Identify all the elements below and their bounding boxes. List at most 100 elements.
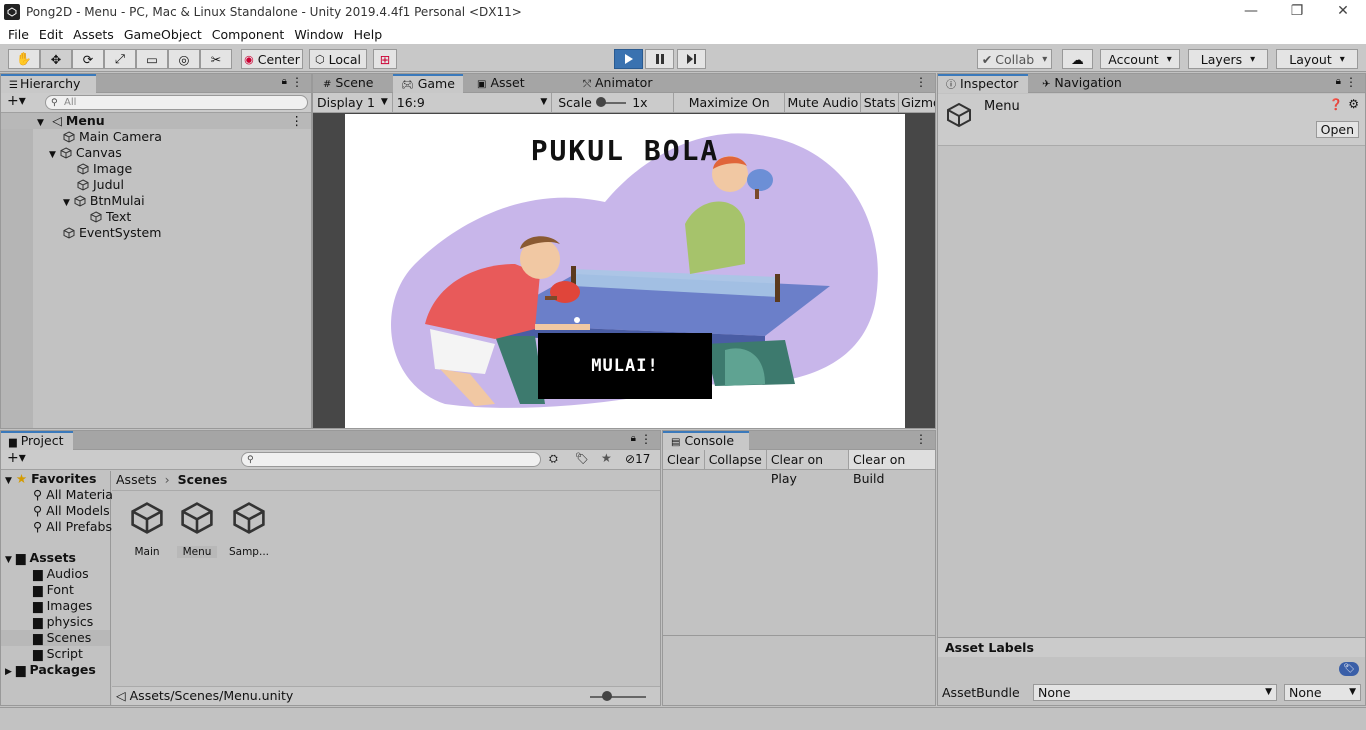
search-by-label-icon[interactable]: 🏷︎ (575, 452, 589, 465)
menu-window[interactable]: Window (294, 27, 343, 42)
hierarchy-item-image[interactable]: Image (1, 161, 311, 177)
label-tag-icon[interactable]: 🏷︎ (1339, 662, 1359, 676)
more-options-icon[interactable]: ⋮ (915, 432, 927, 446)
tab-game[interactable]: 🎮︎ Game (393, 74, 463, 93)
transform-tool-icon[interactable]: ◎ (168, 49, 200, 69)
snap-icon[interactable]: ⊞ (373, 49, 397, 69)
hierarchy-scene-row[interactable]: ▼ ◁ Menu ⋮ (1, 113, 311, 129)
move-tool-icon[interactable]: ✥ (40, 49, 72, 69)
aspect-dropdown[interactable]: 16:9 ▼ (393, 93, 553, 112)
start-button[interactable]: MULAI! (538, 333, 712, 399)
scale-tool-icon[interactable]: ⤢ (104, 49, 136, 69)
asset-item-menu[interactable]: Menu (177, 501, 217, 558)
favorite-all-models[interactable]: ⚲ All Models (1, 503, 110, 519)
more-options-icon[interactable]: ⋮ (915, 75, 927, 89)
asset-item-sample[interactable]: Samp... (227, 501, 271, 558)
folder-physics[interactable]: ▆ physics (1, 614, 110, 630)
pivot-local-toggle[interactable]: ⬡ Local (309, 49, 367, 69)
gizmos-toggle[interactable]: Gizmo (899, 93, 935, 112)
menu-gameobject[interactable]: GameObject (124, 27, 202, 42)
maximize-on-play-toggle[interactable]: Maximize On Play (674, 93, 786, 129)
close-icon[interactable]: ✕ (1320, 0, 1366, 24)
folder-scenes[interactable]: ▆ Scenes (1, 630, 110, 646)
scale-thumb[interactable] (596, 97, 607, 107)
scene-options-icon[interactable]: ⋮ (291, 113, 304, 129)
assetbundle-variant-dropdown[interactable]: None ▼ (1284, 684, 1361, 701)
pause-button[interactable] (645, 49, 674, 69)
hierarchy-item-main-camera[interactable]: Main Camera (1, 129, 311, 145)
clear-button[interactable]: Clear (663, 450, 705, 469)
star-icon[interactable]: ★ (601, 451, 612, 465)
favorite-all-materials[interactable]: ⚲ All Materia (1, 487, 113, 503)
lock-icon[interactable]: 🔒︎ (1336, 76, 1341, 87)
asset-labels-header[interactable]: Asset Labels (938, 637, 1365, 657)
hierarchy-item-text[interactable]: Text (1, 209, 311, 225)
more-options-icon[interactable]: ⋮ (640, 432, 652, 446)
custom-tool-icon[interactable]: ✂ (200, 49, 232, 69)
asset-item-main[interactable]: Main (127, 501, 167, 558)
tab-asset-store[interactable]: ▣Asset Store (469, 74, 569, 110)
hierarchy-item-judul[interactable]: Judul (1, 177, 311, 193)
display-dropdown[interactable]: Display 1 ▼ (313, 93, 393, 112)
lock-icon[interactable]: 🔒︎ (282, 76, 287, 87)
lock-icon[interactable]: 🔒︎ (631, 433, 636, 444)
mute-audio-toggle[interactable]: Mute Audio (785, 93, 862, 112)
folder-images[interactable]: ▆ Images (1, 598, 110, 614)
more-options-icon[interactable]: ⋮ (1345, 75, 1357, 89)
menu-component[interactable]: Component (212, 27, 285, 42)
account-dropdown[interactable]: Account (1100, 49, 1180, 69)
hierarchy-search-input[interactable]: ⚲ All (45, 95, 308, 110)
menu-help[interactable]: Help (354, 27, 383, 42)
open-button[interactable]: Open (1315, 121, 1359, 138)
layout-dropdown[interactable]: Layout (1276, 49, 1358, 69)
project-search-input[interactable]: ⚲ (241, 452, 541, 467)
assets-root-row[interactable]: ▼ ▆ Assets (1, 550, 110, 566)
help-icon[interactable]: ❓ (1329, 98, 1343, 111)
add-icon[interactable]: +▾ (7, 93, 26, 109)
breadcrumb-assets[interactable]: Assets (116, 472, 157, 487)
icon-size-slider[interactable] (602, 691, 612, 701)
rotate-tool-icon[interactable]: ⟳ (72, 49, 104, 69)
step-button[interactable] (677, 49, 706, 69)
clear-on-build-toggle[interactable]: Clear on Build (849, 450, 935, 486)
tab-console[interactable]: ▤ Console (663, 431, 749, 450)
restore-icon[interactable]: ❐ (1274, 0, 1320, 24)
hierarchy-item-eventsystem[interactable]: EventSystem (1, 225, 311, 241)
menu-assets[interactable]: Assets (73, 27, 114, 42)
more-options-icon[interactable]: ⋮ (291, 75, 303, 89)
collab-dropdown[interactable]: ✔ Collab (977, 49, 1052, 69)
hand-tool-icon[interactable]: ✋ (8, 49, 40, 69)
stats-toggle[interactable]: Stats (861, 93, 900, 112)
tab-scene[interactable]: # Scene (315, 74, 385, 93)
assetbundle-dropdown[interactable]: None ▼ (1033, 684, 1277, 701)
hierarchy-item-btnmulai[interactable]: ▼ BtnMulai (1, 193, 311, 209)
folder-script[interactable]: ▆ Script (1, 646, 110, 662)
folder-audios[interactable]: ▆ Audios (1, 566, 110, 582)
tab-inspector[interactable]: ⓘ Inspector (938, 74, 1028, 93)
pivot-center-toggle[interactable]: ◉ Center (241, 49, 303, 69)
folder-font[interactable]: ▆ Font (1, 582, 110, 598)
favorite-all-prefabs[interactable]: ⚲ All Prefabs (1, 519, 112, 535)
breadcrumb-scenes[interactable]: Scenes (178, 472, 228, 487)
hierarchy-item-canvas[interactable]: ▼ Canvas (1, 145, 311, 161)
cloud-icon[interactable]: ☁ (1062, 49, 1093, 69)
menu-edit[interactable]: Edit (39, 27, 63, 42)
hidden-packages-toggle[interactable]: ⊘17 (625, 452, 650, 466)
layers-dropdown[interactable]: Layers (1188, 49, 1268, 69)
packages-row[interactable]: ▶ ▆ Packages (1, 662, 110, 678)
search-by-type-icon[interactable]: ⛭ (549, 452, 558, 466)
tab-project[interactable]: ▆ Project (1, 431, 73, 450)
play-button[interactable] (614, 49, 643, 69)
gear-icon[interactable]: ⚙ (1348, 97, 1359, 111)
menu-file[interactable]: File (8, 27, 29, 42)
collapse-toggle[interactable]: Collapse (705, 450, 767, 469)
add-icon[interactable]: +▾ (7, 450, 26, 466)
clear-on-play-toggle[interactable]: Clear on Play (767, 450, 850, 486)
tab-hierarchy[interactable]: ☰ Hierarchy (1, 74, 96, 93)
minimize-icon[interactable]: — (1228, 0, 1274, 24)
tab-animator[interactable]: ⤲ Animator (575, 74, 661, 93)
rect-tool-icon[interactable]: ▭ (136, 49, 168, 69)
favorites-row[interactable]: ▼ ★ Favorites (1, 471, 110, 487)
scale-slider[interactable]: Scale 1x (552, 93, 674, 112)
tab-navigation[interactable]: ✈ Navigation (1034, 74, 1134, 93)
